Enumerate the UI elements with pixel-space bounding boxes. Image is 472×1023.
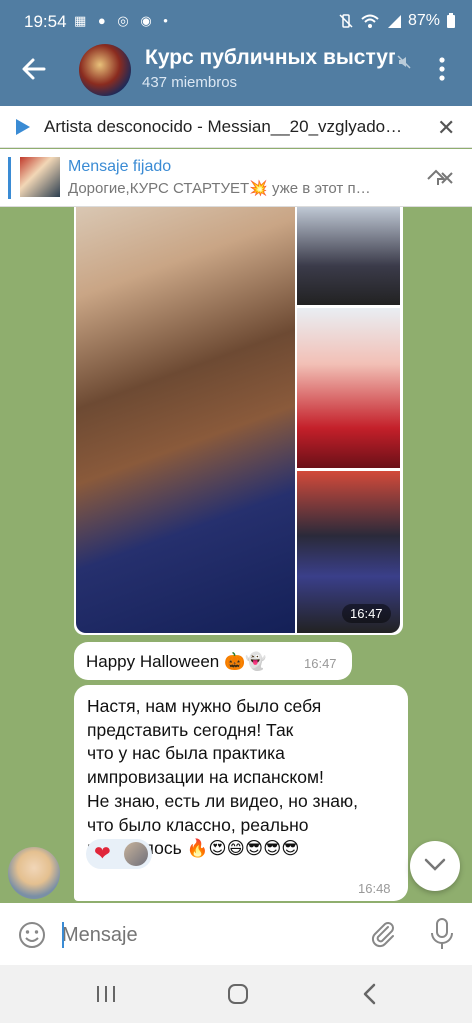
chat-header: 19:54 ▦ ● ◎ ◉ • 87% Курс публичных высту… <box>0 0 472 106</box>
audio-player-bar[interactable]: Artista desconocido - Messian__20_vzglya… <box>0 106 472 148</box>
photo-album-message[interactable]: 16:47 <box>74 207 403 635</box>
emoji-icon[interactable] <box>17 920 47 950</box>
vibrate-mute-icon <box>339 14 353 28</box>
more-options-icon[interactable] <box>432 55 452 83</box>
pinned-message[interactable]: Mensaje fijado Дорогие,КУРС СТАРТУЕТ💥 уж… <box>0 149 472 207</box>
pinned-text: Дорогие,КУРС СТАРТУЕТ💥 уже в этот п… <box>68 180 371 197</box>
member-count: 437 miembros <box>142 74 238 91</box>
battery-icon <box>447 13 455 28</box>
status-right: 87% <box>338 12 456 30</box>
reaction-chip[interactable]: ❤ <box>86 839 152 869</box>
pinned-thumbnail <box>20 157 60 197</box>
unpin-icon[interactable] <box>424 165 454 191</box>
message-time: 16:47 <box>304 656 337 671</box>
audio-track-title: Artista desconocido - Messian__20_vzglya… <box>44 117 403 136</box>
message-time: 16:48 <box>358 881 391 896</box>
battery-percent: 87% <box>407 12 440 29</box>
play-icon[interactable] <box>16 119 30 135</box>
heart-reaction-icon: ❤ <box>94 843 111 865</box>
chat-title[interactable]: Курс публичных выступ <box>145 46 395 70</box>
attach-icon[interactable] <box>368 919 398 949</box>
notification-icons: ▦ ● ◎ ◉ • <box>74 13 172 28</box>
album-time: 16:47 <box>342 604 391 623</box>
back-arrow-icon[interactable] <box>20 55 48 83</box>
wifi-icon <box>361 14 379 28</box>
pinned-indicator <box>8 157 11 199</box>
message-bubble[interactable]: Настя, нам нужно было себя представить с… <box>74 685 408 901</box>
scroll-down-button[interactable] <box>410 841 460 891</box>
chat-avatar[interactable] <box>79 44 131 96</box>
message-input[interactable] <box>62 921 352 949</box>
status-time: 19:54 <box>24 12 67 31</box>
back-nav-icon[interactable] <box>350 980 390 1008</box>
signal-icon <box>387 15 401 28</box>
close-player-icon[interactable]: ✕ <box>437 115 455 141</box>
muted-icon <box>397 55 411 69</box>
reactor-avatar <box>124 842 148 866</box>
pinned-label: Mensaje fijado <box>68 158 172 175</box>
message-text: Happy Halloween 🎃👻 <box>86 652 267 671</box>
status-bar: 19:54 ▦ ● ◎ ◉ • 87% <box>0 0 472 42</box>
system-nav-bar <box>0 965 472 1023</box>
chat-messages[interactable]: 16:47 Happy Halloween 🎃👻 16:47 Настя, на… <box>0 207 472 903</box>
microphone-icon[interactable] <box>428 917 456 951</box>
album-photo-main[interactable] <box>76 207 295 633</box>
sender-avatar[interactable] <box>8 847 60 899</box>
message-bubble[interactable]: Happy Halloween 🎃👻 16:47 <box>74 642 352 680</box>
recent-apps-icon[interactable] <box>86 980 126 1008</box>
text-caret <box>62 922 64 948</box>
home-icon[interactable] <box>218 980 258 1008</box>
album-photo-2[interactable] <box>297 207 400 305</box>
album-photo-3[interactable] <box>297 308 400 468</box>
message-input-bar <box>0 903 472 965</box>
chevron-down-icon <box>424 858 446 871</box>
message-text: Настя, нам нужно было себя представить с… <box>87 696 358 859</box>
